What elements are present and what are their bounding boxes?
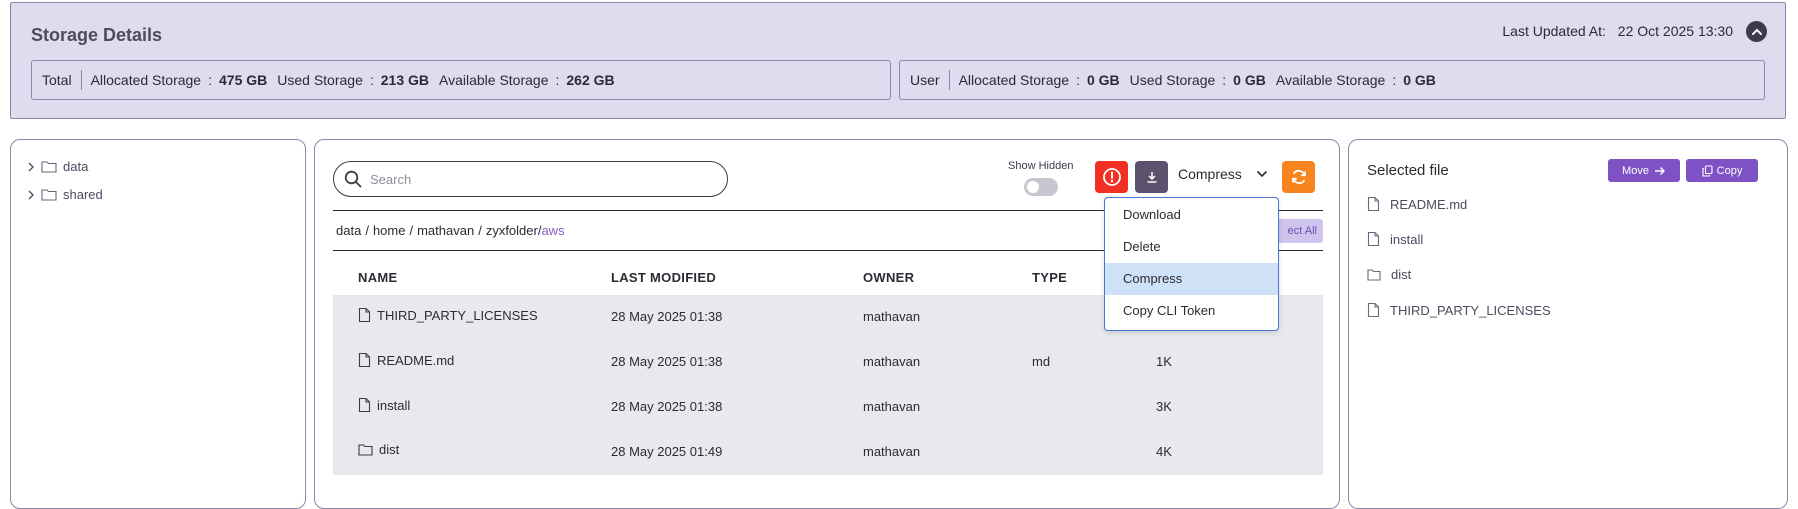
chevron-right-icon — [28, 162, 34, 171]
last-updated-value: 22 Oct 2025 13:30 — [1617, 23, 1733, 39]
show-hidden-toggle[interactable] — [1023, 178, 1058, 196]
total-used: Used Storage:213 GB — [277, 72, 429, 88]
table-row[interactable]: dist 28 May 2025 01:49 mathavan 4K — [333, 430, 1323, 475]
column-header-name[interactable]: NAME — [358, 270, 397, 285]
user-label: User — [910, 70, 950, 90]
owner-cell: mathavan — [863, 354, 921, 369]
menu-item-delete[interactable]: Delete — [1105, 231, 1278, 263]
folder-tree-panel: data shared — [10, 139, 306, 509]
chevron-up-icon — [1751, 28, 1762, 35]
action-select[interactable]: Compress — [1178, 166, 1268, 182]
refresh-icon — [1291, 169, 1306, 185]
table-row[interactable]: install 28 May 2025 01:38 mathavan 3K — [333, 385, 1323, 430]
selected-item: install — [1367, 231, 1423, 247]
table-row[interactable]: README.md 28 May 2025 01:38 mathavan md … — [333, 340, 1323, 385]
file-icon — [1367, 231, 1380, 247]
file-name-cell: dist — [358, 442, 399, 457]
search-input[interactable] — [370, 171, 700, 187]
storage-title: Storage Details — [31, 25, 163, 45]
breadcrumb-item-aws: aws — [541, 223, 565, 238]
total-storage-box: Total Allocated Storage:475 GB Used Stor… — [31, 60, 891, 100]
file-name-cell: THIRD_PARTY_LICENSES — [358, 307, 538, 323]
column-header-last-modified[interactable]: LAST MODIFIED — [611, 270, 716, 285]
user-storage-box: User Allocated Storage:0 GB Used Storage… — [899, 60, 1765, 100]
menu-item-compress[interactable]: Compress — [1105, 263, 1278, 295]
chevron-down-icon — [1256, 170, 1267, 178]
collapse-button[interactable] — [1746, 21, 1767, 42]
owner-cell: mathavan — [863, 309, 921, 324]
user-allocated: Allocated Storage:0 GB — [958, 72, 1120, 88]
refresh-button[interactable] — [1282, 161, 1315, 193]
selected-item: THIRD_PARTY_LICENSES — [1367, 302, 1551, 318]
move-button[interactable]: Move — [1608, 159, 1680, 182]
folder-icon — [1367, 269, 1381, 281]
owner-cell: mathavan — [863, 444, 921, 459]
action-dropdown-menu: Download Delete Compress Copy CLI Token — [1104, 197, 1279, 331]
chevron-right-icon — [28, 190, 34, 199]
user-available: Available Storage:0 GB — [1275, 72, 1436, 88]
copy-button[interactable]: Copy — [1686, 159, 1758, 182]
tree-item-label: data — [63, 159, 89, 174]
copy-icon — [1702, 164, 1713, 177]
total-label: Total — [42, 70, 82, 90]
tree-item-shared[interactable]: shared — [27, 187, 103, 202]
arrow-right-icon — [1654, 166, 1665, 175]
file-name-cell: install — [358, 397, 410, 413]
owner-cell: mathavan — [863, 399, 921, 414]
last-updated: Last Updated At: 22 Oct 2025 13:30 — [1502, 23, 1733, 39]
tree-item-label: shared — [63, 187, 103, 202]
breadcrumb-item-data[interactable]: data — [336, 223, 361, 238]
menu-item-copy-cli-token[interactable]: Copy CLI Token — [1105, 295, 1278, 327]
selected-files-panel: Selected file Move Copy README.md instal… — [1348, 139, 1788, 509]
storage-details-panel: Storage Details Last Updated At: 22 Oct … — [10, 2, 1786, 119]
folder-icon — [358, 444, 373, 456]
user-used: Used Storage:0 GB — [1129, 72, 1266, 88]
file-icon — [1367, 302, 1380, 318]
breadcrumb-item-mathavan[interactable]: mathavan — [417, 223, 474, 238]
column-header-owner[interactable]: OWNER — [863, 270, 914, 285]
total-available: Available Storage:262 GB — [439, 72, 615, 88]
selected-item: README.md — [1367, 196, 1467, 212]
folder-icon — [41, 189, 57, 201]
folder-icon — [41, 161, 57, 173]
modified-cell: 28 May 2025 01:38 — [611, 309, 723, 324]
selected-item: dist — [1367, 267, 1411, 282]
alert-button[interactable] — [1095, 161, 1128, 193]
breadcrumb-item-home[interactable]: home — [373, 223, 406, 238]
last-updated-label: Last Updated At: — [1502, 23, 1606, 39]
alert-icon — [1102, 168, 1121, 186]
action-select-value: Compress — [1178, 166, 1242, 182]
file-icon — [1367, 196, 1380, 212]
menu-item-download[interactable]: Download — [1105, 199, 1278, 231]
type-cell: md — [1032, 354, 1051, 369]
size-cell: 3K — [1156, 399, 1172, 414]
file-icon — [358, 397, 371, 413]
file-name-cell: README.md — [358, 352, 454, 368]
show-hidden-control: Show Hidden — [1008, 160, 1073, 196]
size-cell: 1K — [1156, 354, 1172, 369]
modified-cell: 28 May 2025 01:38 — [611, 399, 723, 414]
file-icon — [358, 307, 371, 323]
file-icon — [358, 352, 371, 368]
modified-cell: 28 May 2025 01:38 — [611, 354, 723, 369]
column-header-type[interactable]: TYPE — [1032, 270, 1067, 285]
total-allocated: Allocated Storage:475 GB — [90, 72, 268, 88]
modified-cell: 28 May 2025 01:49 — [611, 444, 723, 459]
search-icon — [344, 170, 362, 188]
tree-item-data[interactable]: data — [27, 159, 88, 174]
show-hidden-label: Show Hidden — [1008, 160, 1074, 172]
size-cell: 4K — [1156, 444, 1172, 459]
download-button[interactable] — [1135, 161, 1168, 193]
selected-files-title: Selected file — [1367, 162, 1449, 179]
breadcrumb-item-zyxfolder[interactable]: zyxfolder/ — [486, 223, 542, 238]
download-icon — [1147, 172, 1156, 183]
search-box — [333, 161, 728, 197]
